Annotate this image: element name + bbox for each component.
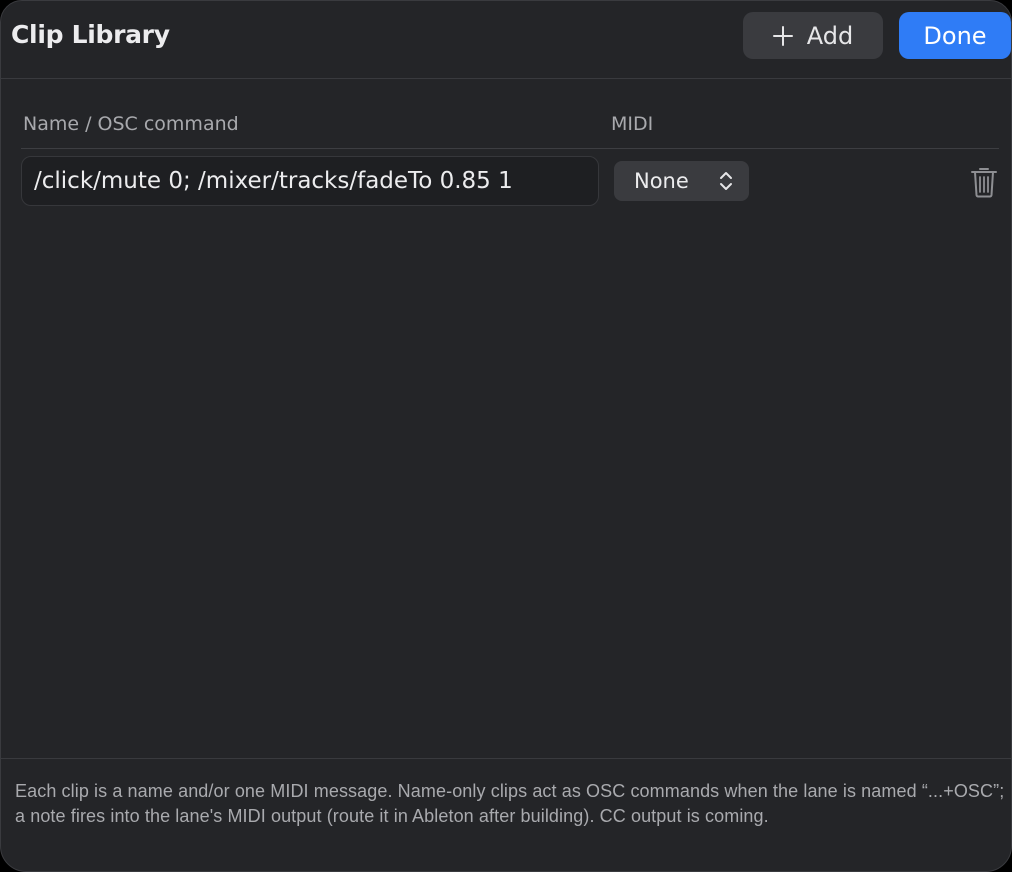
help-text: Each clip is a name and/or one MIDI mess… (15, 781, 1005, 826)
column-header-midi: MIDI (611, 113, 654, 135)
window-header: Clip Library Add Done (1, 1, 1011, 79)
clip-library-window: Clip Library Add Done Name / OSC command… (0, 0, 1012, 872)
trash-icon[interactable] (970, 166, 998, 198)
column-header-name: Name / OSC command (23, 113, 239, 135)
plus-icon (772, 25, 793, 46)
header-divider (21, 148, 999, 149)
clip-name-field[interactable] (21, 156, 599, 206)
midi-select[interactable]: None (614, 161, 749, 201)
window-title: Clip Library (11, 20, 170, 49)
midi-select-value: None (634, 169, 689, 193)
help-footer: Each clip is a name and/or one MIDI mess… (1, 758, 1011, 871)
add-clip-button[interactable]: Add (743, 12, 883, 59)
chevron-updown-icon (720, 172, 732, 190)
done-button[interactable]: Done (899, 12, 1011, 59)
add-button-label: Add (806, 21, 854, 50)
